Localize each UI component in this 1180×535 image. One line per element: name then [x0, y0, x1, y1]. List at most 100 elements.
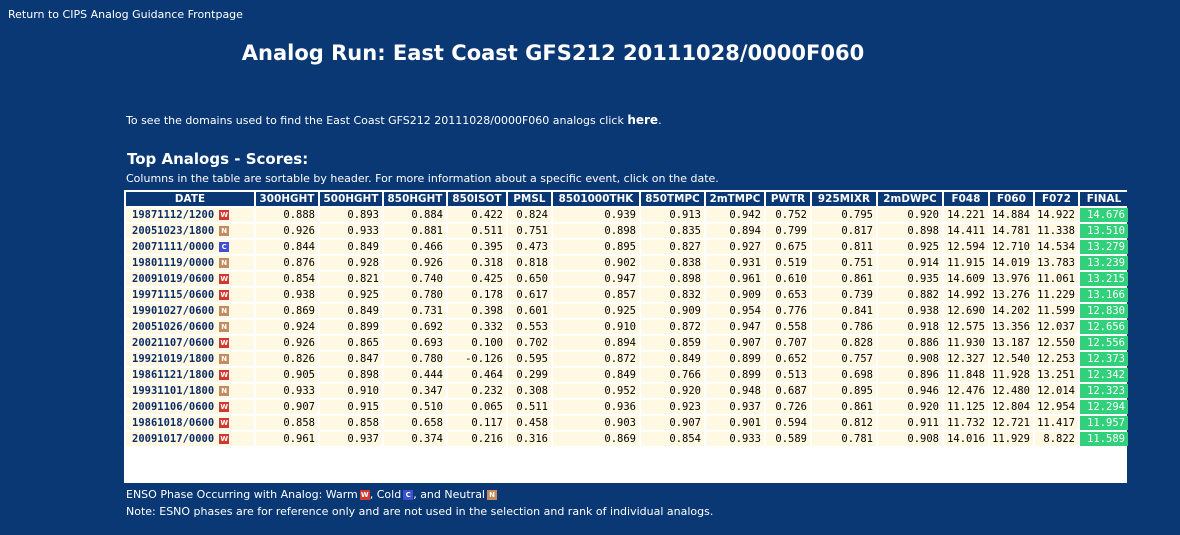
- final-score-cell: 11.957: [1080, 416, 1128, 430]
- final-score-cell: 12.656: [1080, 320, 1128, 334]
- column-header-2mtmpc[interactable]: 2mTMPC: [706, 192, 764, 206]
- score-cell: 0.318: [448, 256, 506, 270]
- event-date-link[interactable]: 19861121/1800: [132, 369, 214, 381]
- score-cell: 0.100: [448, 336, 506, 350]
- score-cell: 0.232: [448, 384, 506, 398]
- neutral-enso-icon: N: [219, 226, 230, 236]
- score-cell: 0.908: [878, 352, 942, 366]
- enso-note: Note: ESNO phases are for reference only…: [126, 505, 714, 518]
- score-cell: 0.374: [384, 432, 446, 446]
- score-cell: 0.589: [766, 432, 810, 446]
- score-cell: 0.952: [553, 384, 639, 398]
- score-cell: 13.187: [990, 336, 1033, 350]
- enso-legend: ENSO Phase Occurring with Analog: Warm W,…: [126, 488, 497, 501]
- table-row: 20051026/0600 N 0.924 0.899 0.692 0.332 0.553 0…: [126, 320, 1128, 334]
- table-body: 19871112/1200 W 0.888 0.893 0.884 0.422 0.824 0…: [126, 208, 1128, 446]
- column-header-500hght[interactable]: 500HGHT: [320, 192, 382, 206]
- column-header-850isot[interactable]: 850ISOT: [448, 192, 506, 206]
- score-cell: 0.898: [553, 224, 639, 238]
- column-header-2mdwpc[interactable]: 2mDWPC: [878, 192, 942, 206]
- event-date-link[interactable]: 20021107/0600: [132, 337, 214, 349]
- event-date-link[interactable]: 19901027/0600: [132, 305, 214, 317]
- score-cell: 0.896: [878, 368, 942, 382]
- score-cell: 0.511: [508, 400, 551, 414]
- score-cell: 0.888: [256, 208, 318, 222]
- score-cell: 0.821: [320, 272, 382, 286]
- final-score-cell: 12.830: [1080, 304, 1128, 318]
- score-cell: 0.913: [641, 208, 704, 222]
- score-cell: 0.884: [384, 208, 446, 222]
- score-cell: 0.826: [256, 352, 318, 366]
- date-cell: 20091017/0000 W: [126, 432, 254, 446]
- column-header-300hght[interactable]: 300HGHT: [256, 192, 318, 206]
- column-header-850tmpc[interactable]: 850TMPC: [641, 192, 704, 206]
- score-cell: 0.811: [812, 240, 876, 254]
- score-cell: 0.869: [256, 304, 318, 318]
- score-cell: 0.886: [878, 336, 942, 350]
- event-date-link[interactable]: 20051026/0600: [132, 321, 214, 333]
- column-header-850hght[interactable]: 850HGHT: [384, 192, 446, 206]
- score-cell: 0.854: [641, 432, 704, 446]
- score-cell: 12.710: [990, 240, 1033, 254]
- score-cell: 0.902: [553, 256, 639, 270]
- score-cell: 14.781: [990, 224, 1033, 238]
- score-cell: 0.757: [812, 352, 876, 366]
- event-date-link[interactable]: 19861018/0600: [132, 417, 214, 429]
- column-header-pwtr[interactable]: PWTR: [766, 192, 810, 206]
- column-header-f072[interactable]: F072: [1035, 192, 1078, 206]
- score-cell: 0.928: [320, 256, 382, 270]
- return-frontpage-link[interactable]: Return to CIPS Analog Guidance Frontpage: [8, 8, 243, 21]
- score-cell: 0.899: [706, 352, 764, 366]
- score-cell: 0.898: [320, 368, 382, 382]
- score-cell: 0.910: [320, 384, 382, 398]
- event-date-link[interactable]: 20091017/0000: [132, 433, 214, 445]
- page-title: Analog Run: East Coast GFS212 20111028/0…: [241, 41, 865, 65]
- event-date-link[interactable]: 19921019/1800: [132, 353, 214, 365]
- score-cell: 0.658: [384, 416, 446, 430]
- event-date-link[interactable]: 19971115/0600: [132, 289, 214, 301]
- warm-enso-icon: W: [219, 434, 230, 444]
- column-header-8501000thk[interactable]: 8501000THK: [553, 192, 639, 206]
- event-date-link[interactable]: 20091106/0600: [132, 401, 214, 413]
- score-cell: 0.824: [508, 208, 551, 222]
- event-date-link[interactable]: 19801119/0000: [132, 257, 214, 269]
- column-header-f060[interactable]: F060: [990, 192, 1033, 206]
- score-cell: 0.859: [641, 336, 704, 350]
- score-cell: 0.838: [641, 256, 704, 270]
- column-header-f048[interactable]: F048: [944, 192, 988, 206]
- column-header-final[interactable]: FINAL: [1080, 192, 1128, 206]
- event-date-link[interactable]: 20051023/1800: [132, 225, 214, 237]
- final-score-cell: 13.166: [1080, 288, 1128, 302]
- score-cell: 0.731: [384, 304, 446, 318]
- date-cell: 20091106/0600 W: [126, 400, 254, 414]
- score-cell: 0.907: [706, 336, 764, 350]
- event-date-link[interactable]: 19931101/1800: [132, 385, 214, 397]
- score-cell: 11.061: [1035, 272, 1078, 286]
- score-cell: 0.907: [256, 400, 318, 414]
- neutral-enso-icon: N: [219, 306, 230, 316]
- score-cell: 11.417: [1035, 416, 1078, 430]
- domains-here-link[interactable]: here: [627, 113, 658, 127]
- event-date-link[interactable]: 20091019/0600: [132, 273, 214, 285]
- final-score-cell: 12.556: [1080, 336, 1128, 350]
- event-date-link[interactable]: 20071111/0000: [132, 241, 214, 253]
- score-cell: 14.019: [990, 256, 1033, 270]
- column-header-pmsl[interactable]: PMSL: [508, 192, 551, 206]
- score-cell: 0.473: [508, 240, 551, 254]
- score-cell: 0.910: [553, 320, 639, 334]
- score-cell: 0.895: [553, 240, 639, 254]
- score-cell: 14.884: [990, 208, 1033, 222]
- score-cell: 0.299: [508, 368, 551, 382]
- score-cell: 11.732: [944, 416, 988, 430]
- score-cell: 12.690: [944, 304, 988, 318]
- final-score-cell: 14.676: [1080, 208, 1128, 222]
- column-header-date[interactable]: DATE: [126, 192, 254, 206]
- final-score-cell: 12.342: [1080, 368, 1128, 382]
- column-header-925mixr[interactable]: 925MIXR: [812, 192, 876, 206]
- score-cell: 0.946: [878, 384, 942, 398]
- score-cell: 0.799: [766, 224, 810, 238]
- score-cell: 11.929: [990, 432, 1033, 446]
- score-cell: 0.926: [256, 336, 318, 350]
- score-cell: 0.707: [766, 336, 810, 350]
- event-date-link[interactable]: 19871112/1200: [132, 209, 214, 221]
